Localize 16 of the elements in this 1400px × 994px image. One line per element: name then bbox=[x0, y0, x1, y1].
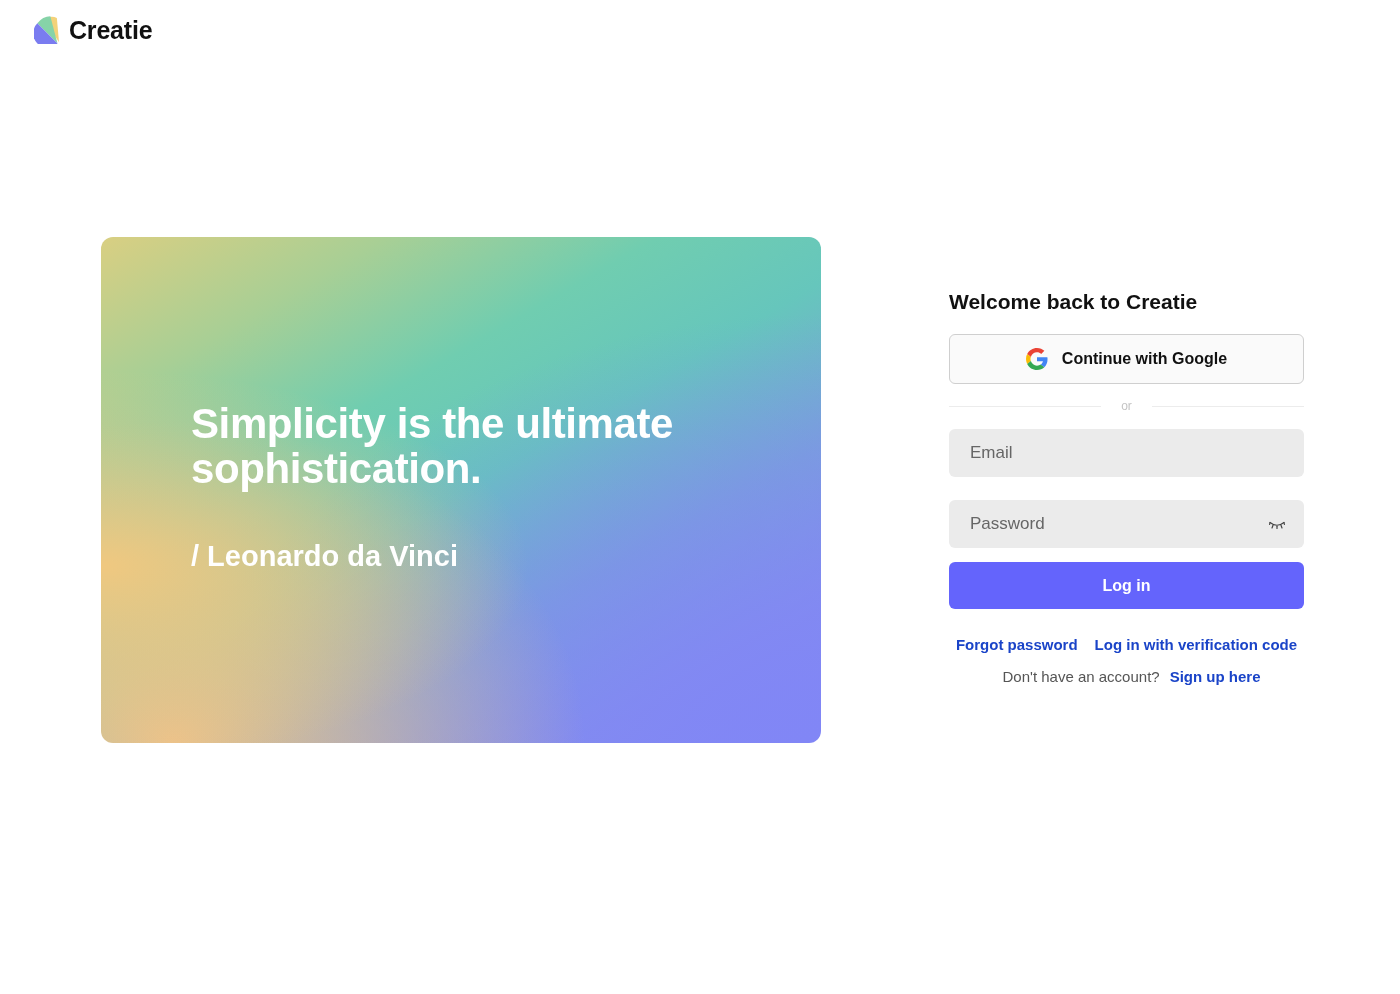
email-field[interactable]: Email bbox=[949, 429, 1304, 477]
logo-icon bbox=[34, 15, 62, 44]
closed-eye-icon[interactable] bbox=[1269, 521, 1285, 529]
login-button[interactable]: Log in bbox=[949, 562, 1304, 609]
signup-prompt: Don't have an account? bbox=[1002, 667, 1160, 687]
google-g-icon bbox=[1025, 348, 1048, 370]
login-title: Welcome back to Creatie bbox=[949, 289, 1198, 315]
google-signin-button[interactable]: Continue with Google bbox=[949, 334, 1304, 384]
signup-link[interactable]: Sign up here bbox=[1169, 667, 1261, 687]
divider-label: or bbox=[1120, 398, 1133, 414]
quote-author: / Leonardo da Vinci bbox=[191, 539, 458, 573]
logo-wordmark: Creatie bbox=[69, 15, 153, 45]
password-field[interactable]: Password bbox=[949, 500, 1304, 548]
text-link[interactable]: Forgot password bbox=[955, 635, 1078, 655]
quote-text: Simplicity is the ultimate sophistication. bbox=[191, 401, 675, 491]
text-link[interactable]: Log in with verification code bbox=[1094, 635, 1298, 655]
